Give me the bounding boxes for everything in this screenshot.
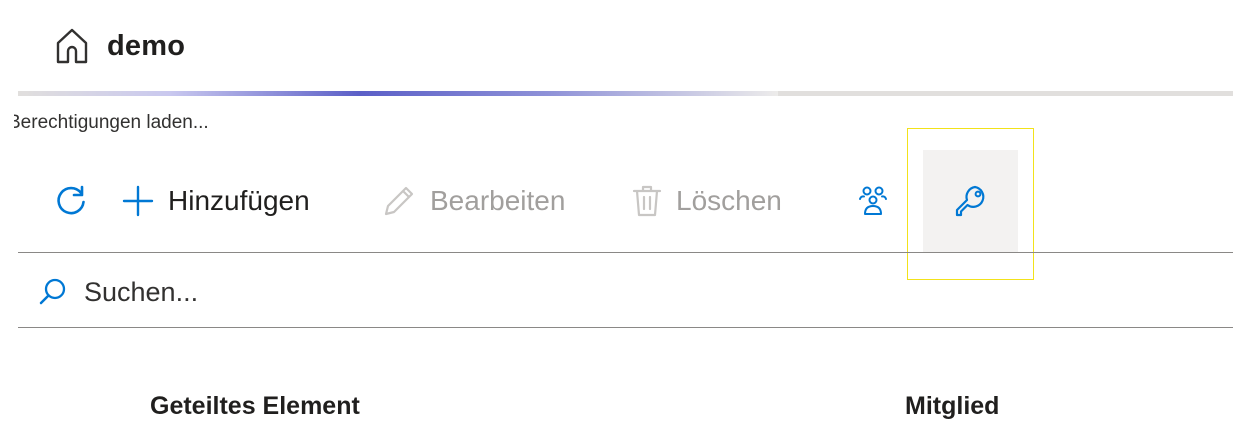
page-header: demo (55, 22, 185, 70)
edit-button[interactable]: Bearbeiten (382, 150, 565, 252)
home-icon[interactable] (55, 27, 89, 65)
members-button[interactable] (850, 150, 896, 252)
search-input[interactable] (84, 276, 684, 308)
refresh-icon (57, 185, 85, 215)
refresh-button[interactable] (30, 150, 106, 252)
key-icon (955, 185, 984, 217)
delete-button-label: Löschen (676, 185, 782, 216)
trash-icon (632, 185, 662, 217)
edit-button-label: Bearbeiten (430, 185, 566, 216)
toolbar-divider (18, 252, 1233, 253)
search-divider (18, 327, 1233, 328)
column-header-member[interactable]: Mitglied (905, 392, 999, 421)
search-icon (39, 278, 66, 305)
add-button-label: Hinzufügen (168, 185, 310, 216)
people-group-icon (859, 186, 887, 215)
loading-progress-indicator (18, 91, 778, 96)
manage-permissions-button[interactable] (923, 150, 1018, 252)
page-title: demo (107, 29, 186, 62)
command-bar: Hinzufügen Bearbeiten Löschen (30, 150, 1230, 252)
search-box (38, 262, 938, 322)
plus-icon (122, 185, 154, 217)
add-button[interactable]: Hinzufügen (122, 150, 310, 252)
loading-status-text: Berechtigungen laden... (14, 112, 209, 133)
page: demo Berechtigungen laden... Hinzufügen … (0, 0, 1233, 442)
column-header-shared-item[interactable]: Geteiltes Element (150, 392, 360, 421)
loading-progress-bar (18, 91, 1233, 96)
delete-button[interactable]: Löschen (632, 150, 782, 252)
pencil-icon (384, 186, 414, 216)
